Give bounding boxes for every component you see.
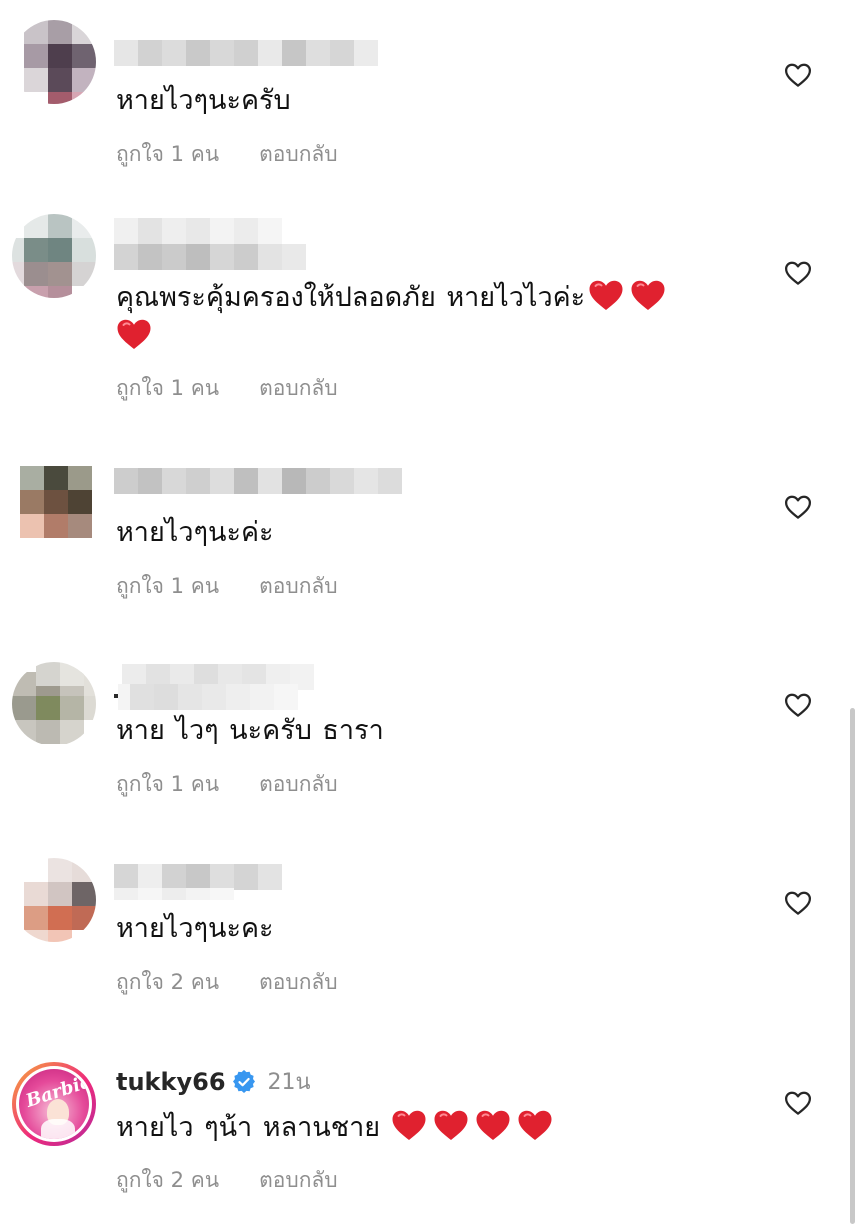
comment-text-content: หายไวๆนะคะ bbox=[116, 913, 274, 944]
reply-button[interactable]: ตอบกลับ bbox=[259, 372, 338, 405]
comment-text-content: หายไวๆนะครับ bbox=[116, 85, 291, 116]
username-blurred[interactable] bbox=[114, 864, 282, 890]
comment-meta: ถูกใจ 2 คน ตอบกลับ bbox=[116, 966, 338, 999]
heart-outline-icon[interactable] bbox=[783, 1088, 813, 1118]
red-heart-emoji-icon bbox=[631, 280, 665, 310]
scrollbar[interactable] bbox=[850, 708, 855, 1224]
comment-meta: ถูกใจ 1 คน ตอบกลับ bbox=[116, 138, 338, 171]
avatar[interactable] bbox=[12, 214, 96, 298]
username[interactable]: tukky66 bbox=[116, 1068, 226, 1096]
comment-text-content: หายไวๆนะค่ะ bbox=[116, 517, 274, 548]
avatar[interactable] bbox=[12, 858, 96, 942]
comment-header: tukky66 21น bbox=[116, 1064, 311, 1099]
comment-time: 21น bbox=[267, 1070, 311, 1095]
heart-outline-icon[interactable] bbox=[783, 492, 813, 522]
username-blurred[interactable] bbox=[114, 218, 282, 244]
avatar[interactable] bbox=[12, 464, 96, 548]
likes-count[interactable]: ถูกใจ 1 คน bbox=[116, 570, 219, 603]
comment-text-content: หายไว ๆน้า หลานชาย bbox=[116, 1112, 381, 1143]
red-heart-emoji-icon bbox=[392, 1110, 426, 1140]
red-heart-emoji-icon bbox=[589, 280, 623, 310]
verified-badge-icon bbox=[232, 1069, 255, 1093]
likes-count[interactable]: ถูกใจ 1 คน bbox=[116, 768, 219, 801]
comment-text-content: คุณพระคุ้มครองให้ปลอดภัย หายไวไวค่ะ bbox=[116, 282, 586, 313]
heart-outline-icon[interactable] bbox=[783, 690, 813, 720]
avatar[interactable] bbox=[12, 662, 96, 746]
red-heart-emoji-icon bbox=[476, 1110, 510, 1140]
reply-button[interactable]: ตอบกลับ bbox=[259, 138, 338, 171]
reply-button[interactable]: ตอบกลับ bbox=[259, 966, 338, 999]
username-blurred bbox=[114, 888, 234, 900]
likes-count[interactable]: ถูกใจ 1 คน bbox=[116, 138, 219, 171]
comment-text-content: หาย ไวๆ นะครับ ธารา bbox=[116, 715, 384, 746]
heart-outline-icon[interactable] bbox=[783, 888, 813, 918]
username-blurred[interactable] bbox=[114, 40, 378, 66]
username-blurred bbox=[114, 244, 306, 270]
comment-text: หายไวๆนะคะ bbox=[116, 910, 736, 948]
likes-count[interactable]: ถูกใจ 2 คน bbox=[116, 966, 219, 999]
comment-text: หายไว ๆน้า หลานชาย bbox=[116, 1108, 736, 1147]
comment-text: หาย ไวๆ นะครับ ธารา bbox=[116, 712, 736, 750]
username-blurred bbox=[114, 684, 298, 710]
avatar-figure-body bbox=[41, 1119, 75, 1139]
comment-text: หายไวๆนะครับ bbox=[116, 82, 736, 120]
likes-count[interactable]: ถูกใจ 1 คน bbox=[116, 372, 219, 405]
avatar-ring: Barbie bbox=[16, 1066, 92, 1142]
red-heart-emoji-icon bbox=[117, 319, 151, 349]
comment-meta: ถูกใจ 1 คน ตอบกลับ bbox=[116, 372, 338, 405]
red-heart-emoji-icon bbox=[434, 1110, 468, 1140]
comment-text: คุณพระคุ้มครองให้ปลอดภัย หายไวไวค่ะ bbox=[116, 278, 736, 356]
heart-outline-icon[interactable] bbox=[783, 258, 813, 288]
username-blurred[interactable] bbox=[114, 468, 402, 494]
reply-button[interactable]: ตอบกลับ bbox=[259, 570, 338, 603]
heart-outline-icon[interactable] bbox=[783, 60, 813, 90]
reply-button[interactable]: ตอบกลับ bbox=[259, 768, 338, 801]
barbie-avatar-image: Barbie bbox=[19, 1069, 89, 1139]
avatar[interactable] bbox=[12, 20, 96, 104]
comment-meta: ถูกใจ 1 คน ตอบกลับ bbox=[116, 768, 338, 801]
reply-button[interactable]: ตอบกลับ bbox=[259, 1164, 338, 1197]
red-heart-emoji-icon bbox=[518, 1110, 552, 1140]
comment-meta: ถูกใจ 1 คน ตอบกลับ bbox=[116, 570, 338, 603]
avatar[interactable]: Barbie bbox=[12, 1062, 96, 1146]
likes-count[interactable]: ถูกใจ 2 คน bbox=[116, 1164, 219, 1197]
comment-text: หายไวๆนะค่ะ bbox=[116, 514, 736, 552]
comment-meta: ถูกใจ 2 คน ตอบกลับ bbox=[116, 1164, 338, 1197]
